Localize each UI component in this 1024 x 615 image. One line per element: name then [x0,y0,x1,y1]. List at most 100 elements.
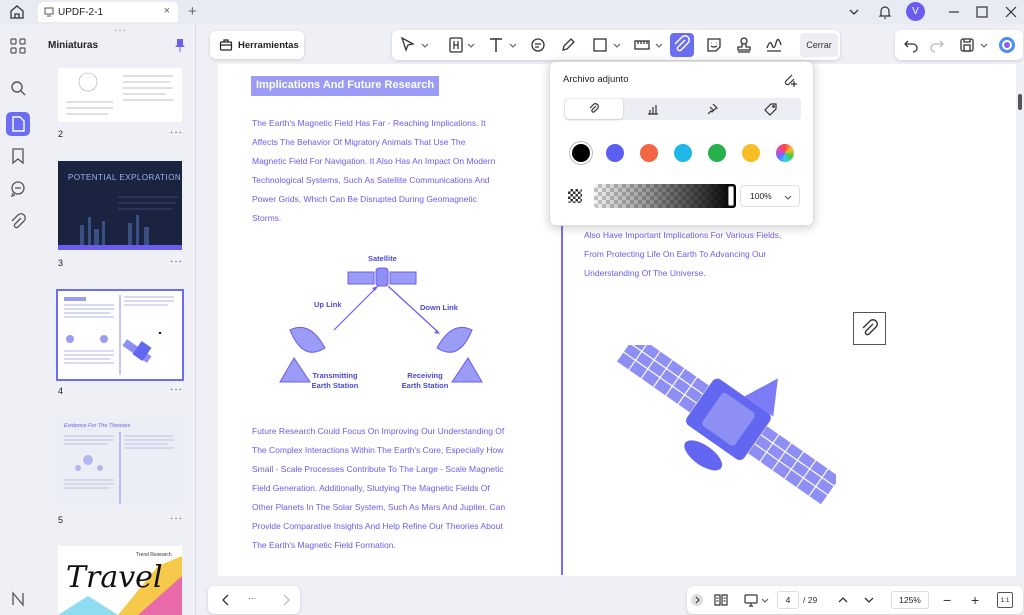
add-attachment-icon[interactable] [782,71,800,89]
opacity-slider-handle[interactable] [728,186,734,206]
opacity-slider[interactable] [594,184,736,208]
bell-icon[interactable] [877,4,893,20]
paperclip-style-tab[interactable] [565,99,623,119]
chevron-up-icon[interactable] [835,592,851,608]
thumbnail-page-4[interactable] [56,289,184,381]
select-arrow-icon[interactable] [398,35,418,55]
thumbnail-more-icon[interactable]: ··· [170,384,183,395]
color-swatch-black[interactable] [572,144,590,162]
attachment-icon[interactable] [8,212,28,232]
sticker-icon[interactable] [704,35,724,55]
chevron-down-icon[interactable] [761,592,769,608]
panel-title: Miniaturas [48,40,99,51]
color-swatch-orange[interactable] [640,144,658,162]
avatar[interactable]: V [906,2,925,21]
more-options-icon[interactable]: ··· [248,593,257,603]
paragraph-right: Also Have Important Implications For Var… [584,230,782,278]
thumbnail-more-icon[interactable]: ··· [170,256,183,267]
measure-icon[interactable] [632,35,652,55]
collapse-icon[interactable] [691,594,703,606]
undo-icon[interactable] [901,35,921,55]
chevron-right-icon[interactable] [278,592,294,608]
satellite-illustration [615,345,836,506]
search-icon[interactable] [8,78,28,98]
chevron-down-icon[interactable] [612,35,622,55]
thumbnail-heading: POTENTIAL EXPLORATION [68,173,182,182]
custom-color-swatch[interactable] [776,144,794,162]
diagram-label-downlink: Down Link [420,303,458,312]
paperclip-icon [862,318,878,335]
scrollbar-thumb[interactable] [1018,94,1022,110]
left-rail [0,24,36,615]
rectangle-icon[interactable] [590,35,610,55]
close-window-icon[interactable] [1003,4,1019,20]
thumbnail-more-icon[interactable]: ··· [170,513,183,524]
zoom-level-select[interactable]: 125% [891,591,929,609]
ai-assistant-icon[interactable] [997,35,1017,55]
bottom-nav: ··· [208,586,300,614]
minimize-icon[interactable] [946,4,962,20]
signature-icon[interactable] [764,35,784,55]
pencil-icon[interactable] [558,35,578,55]
chevron-down-icon[interactable] [654,35,664,55]
text-icon[interactable] [486,35,506,55]
pushpin-icon [707,103,719,115]
document-tab[interactable]: UPDF-2-1 × [38,2,178,22]
attachment-annotation[interactable] [853,312,886,345]
actual-size-icon[interactable]: 1:1 [997,592,1013,608]
color-swatch-green[interactable] [708,144,726,162]
thumbnail-page-2[interactable] [58,68,182,122]
zoom-in-icon[interactable]: + [971,592,979,608]
reading-mode-icon[interactable] [713,592,729,608]
icon-style-tabs [564,98,801,120]
graph-style-tab[interactable] [624,99,682,119]
color-swatch-cyan[interactable] [674,144,692,162]
pages-icon[interactable] [6,112,30,136]
diagram-label-satellite: Satellite [368,254,397,263]
highlight-icon[interactable] [446,35,466,55]
attachment-tool-button[interactable] [670,33,694,57]
close-toolbar-button[interactable]: Cerrar [800,33,838,57]
chevron-down-icon[interactable] [979,35,989,55]
thumbnail-page-5[interactable]: Evidence For The Theories [58,418,182,506]
grid-icon[interactable] [8,36,28,56]
page-number-input[interactable]: 4 [777,591,799,609]
tools-button[interactable]: Herramientas [210,31,304,59]
new-tab-icon[interactable]: + [188,3,197,20]
opacity-select[interactable]: 100% [740,185,800,207]
thumbnail-more-icon[interactable]: ··· [170,127,183,138]
chevron-down-icon[interactable] [466,35,476,55]
sticky-note-icon[interactable] [528,35,548,55]
color-swatch-yellow[interactable] [742,144,760,162]
home-icon[interactable] [9,4,25,20]
comment-icon[interactable] [8,179,28,199]
stamp-icon[interactable] [734,35,754,55]
updf-logo-icon [8,589,28,609]
thumbnail-page-3[interactable]: POTENTIAL EXPLORATION [58,161,182,250]
presentation-icon[interactable] [743,592,759,608]
pushpin-style-tab[interactable] [683,99,741,119]
save-icon[interactable] [957,35,977,55]
redo-icon[interactable] [927,35,947,55]
chevron-down-icon[interactable] [420,35,430,55]
chevron-down-icon[interactable] [508,35,518,55]
diagram-label-receiving: Receiving Earth Station [401,371,449,390]
bookmark-icon[interactable] [8,146,28,166]
chevron-down-icon[interactable] [846,4,862,20]
color-swatch-blue[interactable] [606,144,624,162]
drag-handle[interactable]: ··· [114,25,127,36]
diagram-label-uplink: Up Link [314,300,342,309]
close-tab-icon[interactable]: × [164,5,170,17]
maximize-icon[interactable] [974,4,990,20]
thumbnail-page-6[interactable]: Trend Research Travel [58,546,182,615]
bottom-toolbar: 4 / 29 125% − + 1:1 [687,586,1023,614]
tools-label: Herramientas [238,39,299,51]
chevron-down-icon[interactable] [861,592,877,608]
pin-icon[interactable] [174,38,186,52]
tag-style-tab[interactable] [742,99,800,119]
zoom-out-icon[interactable]: − [943,592,951,608]
page-4-preview [64,295,174,375]
toolbox-icon [219,39,233,51]
section-heading: Implications And Future Research [251,76,440,96]
chevron-left-icon[interactable] [218,592,234,608]
